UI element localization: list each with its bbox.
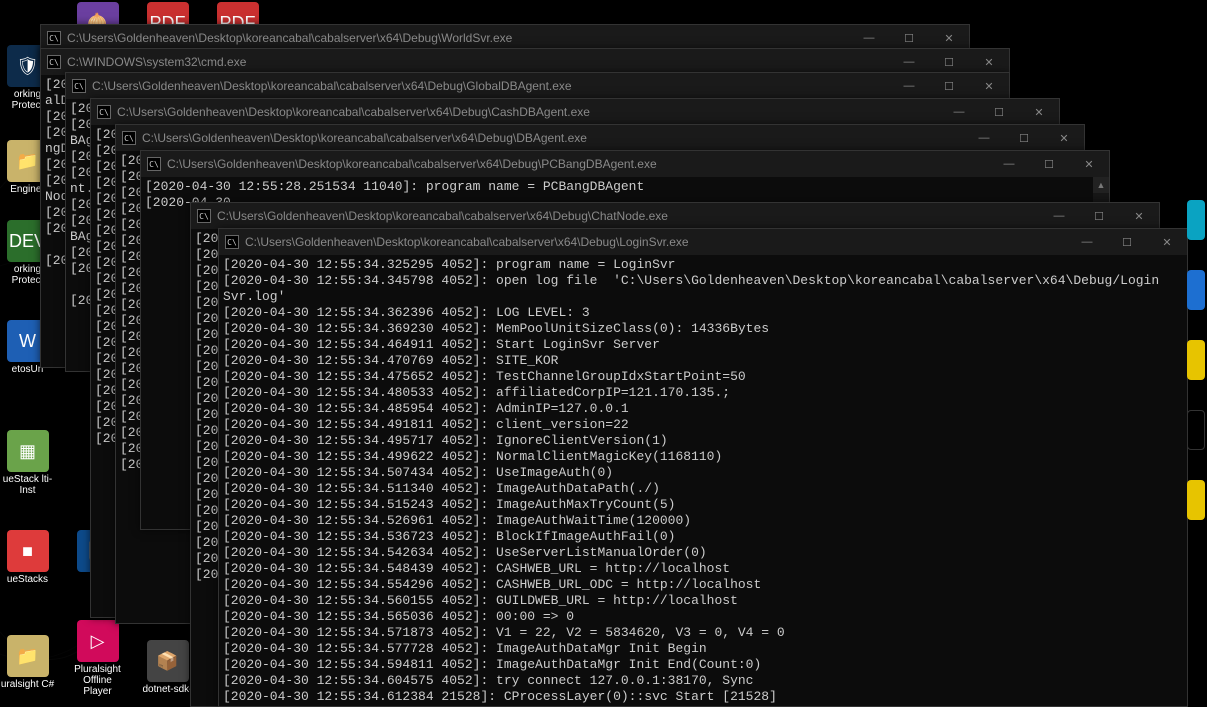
titlebar[interactable]: C\ C:\Users\Goldenheaven\Desktop\koreanc…: [91, 99, 1059, 125]
maximize-button[interactable]: ☐: [1004, 125, 1044, 151]
cmd-icon: C\: [72, 79, 86, 93]
window-title: C:\Users\Goldenheaven\Desktop\koreancaba…: [67, 31, 849, 45]
window-loginsvr[interactable]: C\ C:\Users\Goldenheaven\Desktop\koreanc…: [218, 228, 1188, 707]
maximize-button[interactable]: ☐: [1107, 229, 1147, 255]
desktop-icon-label: dotnet-sdk-: [140, 684, 195, 695]
maximize-button[interactable]: ☐: [979, 99, 1019, 125]
app-icon: 📁: [7, 635, 49, 677]
cmd-icon: C\: [122, 131, 136, 145]
app-icon: ▷: [77, 620, 119, 662]
desktop-icon-label: uralsight C#: [0, 679, 55, 690]
desktop-icon-label: Pluralsight Offline Player: [70, 664, 125, 697]
window-title: C:\Users\Goldenheaven\Desktop\koreancaba…: [142, 131, 964, 145]
desktop-icon[interactable]: ■ ueStacks: [0, 530, 55, 585]
app-icon: ■: [7, 530, 49, 572]
minimize-button[interactable]: —: [1039, 203, 1079, 229]
cropped-icon[interactable]: [1187, 480, 1205, 520]
desktop-icon-label: ueStacks: [0, 574, 55, 585]
close-button[interactable]: ✕: [969, 73, 1009, 99]
titlebar[interactable]: C\ C:\Users\Goldenheaven\Desktop\koreanc…: [191, 203, 1159, 229]
cmd-icon: C\: [225, 235, 239, 249]
desktop-icons-right: [1187, 200, 1207, 550]
app-icon: ▦: [7, 430, 49, 472]
desktop-icon[interactable]: 📁 uralsight C#: [0, 635, 55, 690]
close-button[interactable]: ✕: [1119, 203, 1159, 229]
window-title: C:\Users\Goldenheaven\Desktop\koreancaba…: [217, 209, 1039, 223]
desktop-icon[interactable]: 📦 dotnet-sdk-: [140, 640, 195, 695]
window-title: C:\Users\Goldenheaven\Desktop\koreancaba…: [92, 79, 889, 93]
minimize-button[interactable]: —: [939, 99, 979, 125]
titlebar[interactable]: C\ C:\Users\Goldenheaven\Desktop\koreanc…: [116, 125, 1084, 151]
close-button[interactable]: ✕: [1069, 151, 1109, 177]
minimize-button[interactable]: —: [1067, 229, 1107, 255]
desktop-icon-label: ueStack lti-Inst: [0, 474, 55, 496]
console-output: [2020-04-30 12:55:34.325295 4052]: progr…: [219, 255, 1187, 706]
minimize-button[interactable]: —: [964, 125, 1004, 151]
maximize-button[interactable]: ☐: [1079, 203, 1119, 229]
cmd-icon: C\: [197, 209, 211, 223]
cropped-icon[interactable]: [1187, 410, 1205, 450]
cmd-icon: C\: [47, 55, 61, 69]
window-title: C:\Users\Goldenheaven\Desktop\koreancaba…: [117, 105, 939, 119]
close-button[interactable]: ✕: [1147, 229, 1187, 255]
maximize-button[interactable]: ☐: [929, 73, 969, 99]
close-button[interactable]: ✕: [1044, 125, 1084, 151]
minimize-button[interactable]: —: [889, 73, 929, 99]
cropped-icon[interactable]: [1187, 270, 1205, 310]
titlebar[interactable]: C\ C:\Users\Goldenheaven\Desktop\koreanc…: [66, 73, 1009, 99]
cmd-icon: C\: [147, 157, 161, 171]
close-button[interactable]: ✕: [1019, 99, 1059, 125]
window-title: C:\WINDOWS\system32\cmd.exe: [67, 55, 889, 69]
maximize-button[interactable]: ☐: [1029, 151, 1069, 177]
cmd-icon: C\: [97, 105, 111, 119]
cmd-icon: C\: [47, 31, 61, 45]
desktop-icon[interactable]: ▦ueStack lti-Inst: [0, 430, 55, 496]
scroll-up-button[interactable]: ▲: [1093, 177, 1109, 193]
app-icon: 📦: [147, 640, 189, 682]
titlebar[interactable]: C\ C:\Users\Goldenheaven\Desktop\koreanc…: [141, 151, 1109, 177]
cropped-icon[interactable]: [1187, 200, 1205, 240]
window-title: C:\Users\Goldenheaven\Desktop\koreancaba…: [245, 235, 1067, 249]
minimize-button[interactable]: —: [989, 151, 1029, 177]
cropped-icon[interactable]: [1187, 340, 1205, 380]
titlebar[interactable]: C\ C:\Users\Goldenheaven\Desktop\koreanc…: [219, 229, 1187, 255]
desktop-icon[interactable]: ▷Pluralsight Offline Player: [70, 620, 125, 697]
window-title: C:\Users\Goldenheaven\Desktop\koreancaba…: [167, 157, 989, 171]
